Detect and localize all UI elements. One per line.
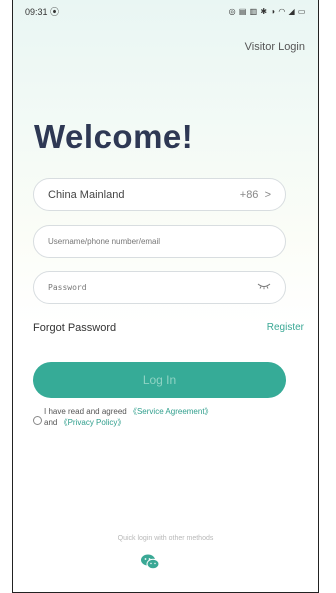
eye-closed-icon[interactable] <box>257 282 271 293</box>
region-name: China Mainland <box>48 188 125 201</box>
privacy-policy-link[interactable]: 《Privacy Policy》 <box>60 418 126 427</box>
status-time: 09:31 <box>25 6 48 17</box>
status-icons: ◎ ▤ ▥ ✱ ◑ ◠ ◢ ▭ <box>228 6 306 16</box>
visitor-login-link[interactable]: Visitor Login <box>245 41 305 53</box>
status-left: 09:31 ⦿ <box>25 5 59 18</box>
region-code: +86 <box>239 188 259 201</box>
register-link[interactable]: Register <box>267 322 304 333</box>
login-button[interactable]: Log In <box>33 362 286 398</box>
service-agreement-link[interactable]: 《Service Agreement》 <box>129 407 213 416</box>
region-code-group: +86 > <box>240 189 271 201</box>
quick-login-label: Quick login with other methods <box>117 535 214 542</box>
region-selector[interactable]: China Mainland +86 > <box>33 178 286 211</box>
eye-closed-svg <box>257 283 271 290</box>
agreement-radio[interactable] <box>33 416 42 425</box>
status-bar: 09:31 ⦿ ◎ ▤ ▥ ✱ ◑ ◠ ◢ ▭ <box>25 4 306 18</box>
wechat-svg <box>141 554 160 570</box>
username-placeholder: Username/phone number/email <box>48 237 161 246</box>
wechat-icon[interactable] <box>140 553 160 571</box>
agreement-intro: I have read and agreed <box>44 407 127 416</box>
agreement-text: I have read and agreed 《Service Agreemen… <box>44 406 279 428</box>
phone-frame: 09:31 ⦿ ◎ ▤ ▥ ✱ ◑ ◠ ◢ ▭ Visitor Login We… <box>12 0 319 593</box>
username-input[interactable]: Username/phone number/email <box>33 225 286 258</box>
password-placeholder: Password <box>48 283 87 292</box>
login-screen: 09:31 ⦿ ◎ ▤ ▥ ✱ ◑ ◠ ◢ ▭ Visitor Login We… <box>13 0 318 592</box>
welcome-title: Welcome! <box>34 118 194 155</box>
status-indicator-icon: ⦿ <box>50 6 60 17</box>
agreement-and: and <box>44 418 58 427</box>
forgot-password-link[interactable]: Forgot Password <box>33 322 116 334</box>
password-input[interactable]: Password <box>33 271 286 304</box>
chevron-right-icon: > <box>264 188 271 201</box>
